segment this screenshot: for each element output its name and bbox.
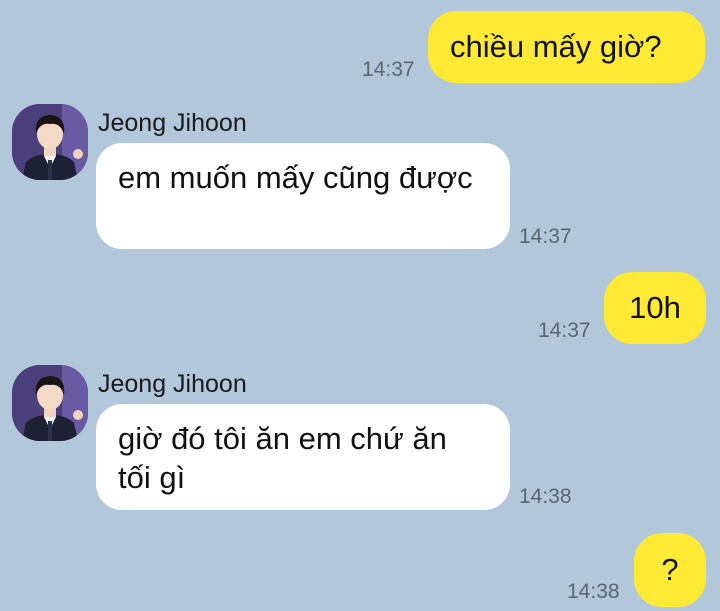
outgoing-message-bubble[interactable]: 10h [604,272,706,344]
sender-name: Jeong Jihoon [98,370,247,398]
outgoing-message-bubble[interactable]: ? [634,533,706,607]
outgoing-message-bubble[interactable]: chiều mấy giờ? [428,11,705,83]
incoming-message-bubble[interactable]: giờ đó tôi ăn em chứ ăn tối gì [96,404,510,510]
incoming-message-bubble[interactable]: em muốn mấy cũng được [96,143,510,249]
profile-photo-icon [12,104,88,180]
chat-area[interactable]: 14:37 chiều mấy giờ? Jeong Jihoon em muố… [0,0,720,611]
message-timestamp: 14:38 [519,485,572,508]
avatar[interactable] [12,104,88,180]
message-timestamp: 14:38 [567,580,620,603]
avatar[interactable] [12,365,88,441]
sender-name: Jeong Jihoon [98,109,247,137]
message-timestamp: 14:37 [538,319,591,342]
profile-photo-icon [12,365,88,441]
message-timestamp: 14:37 [362,58,415,81]
message-timestamp: 14:37 [519,225,572,248]
